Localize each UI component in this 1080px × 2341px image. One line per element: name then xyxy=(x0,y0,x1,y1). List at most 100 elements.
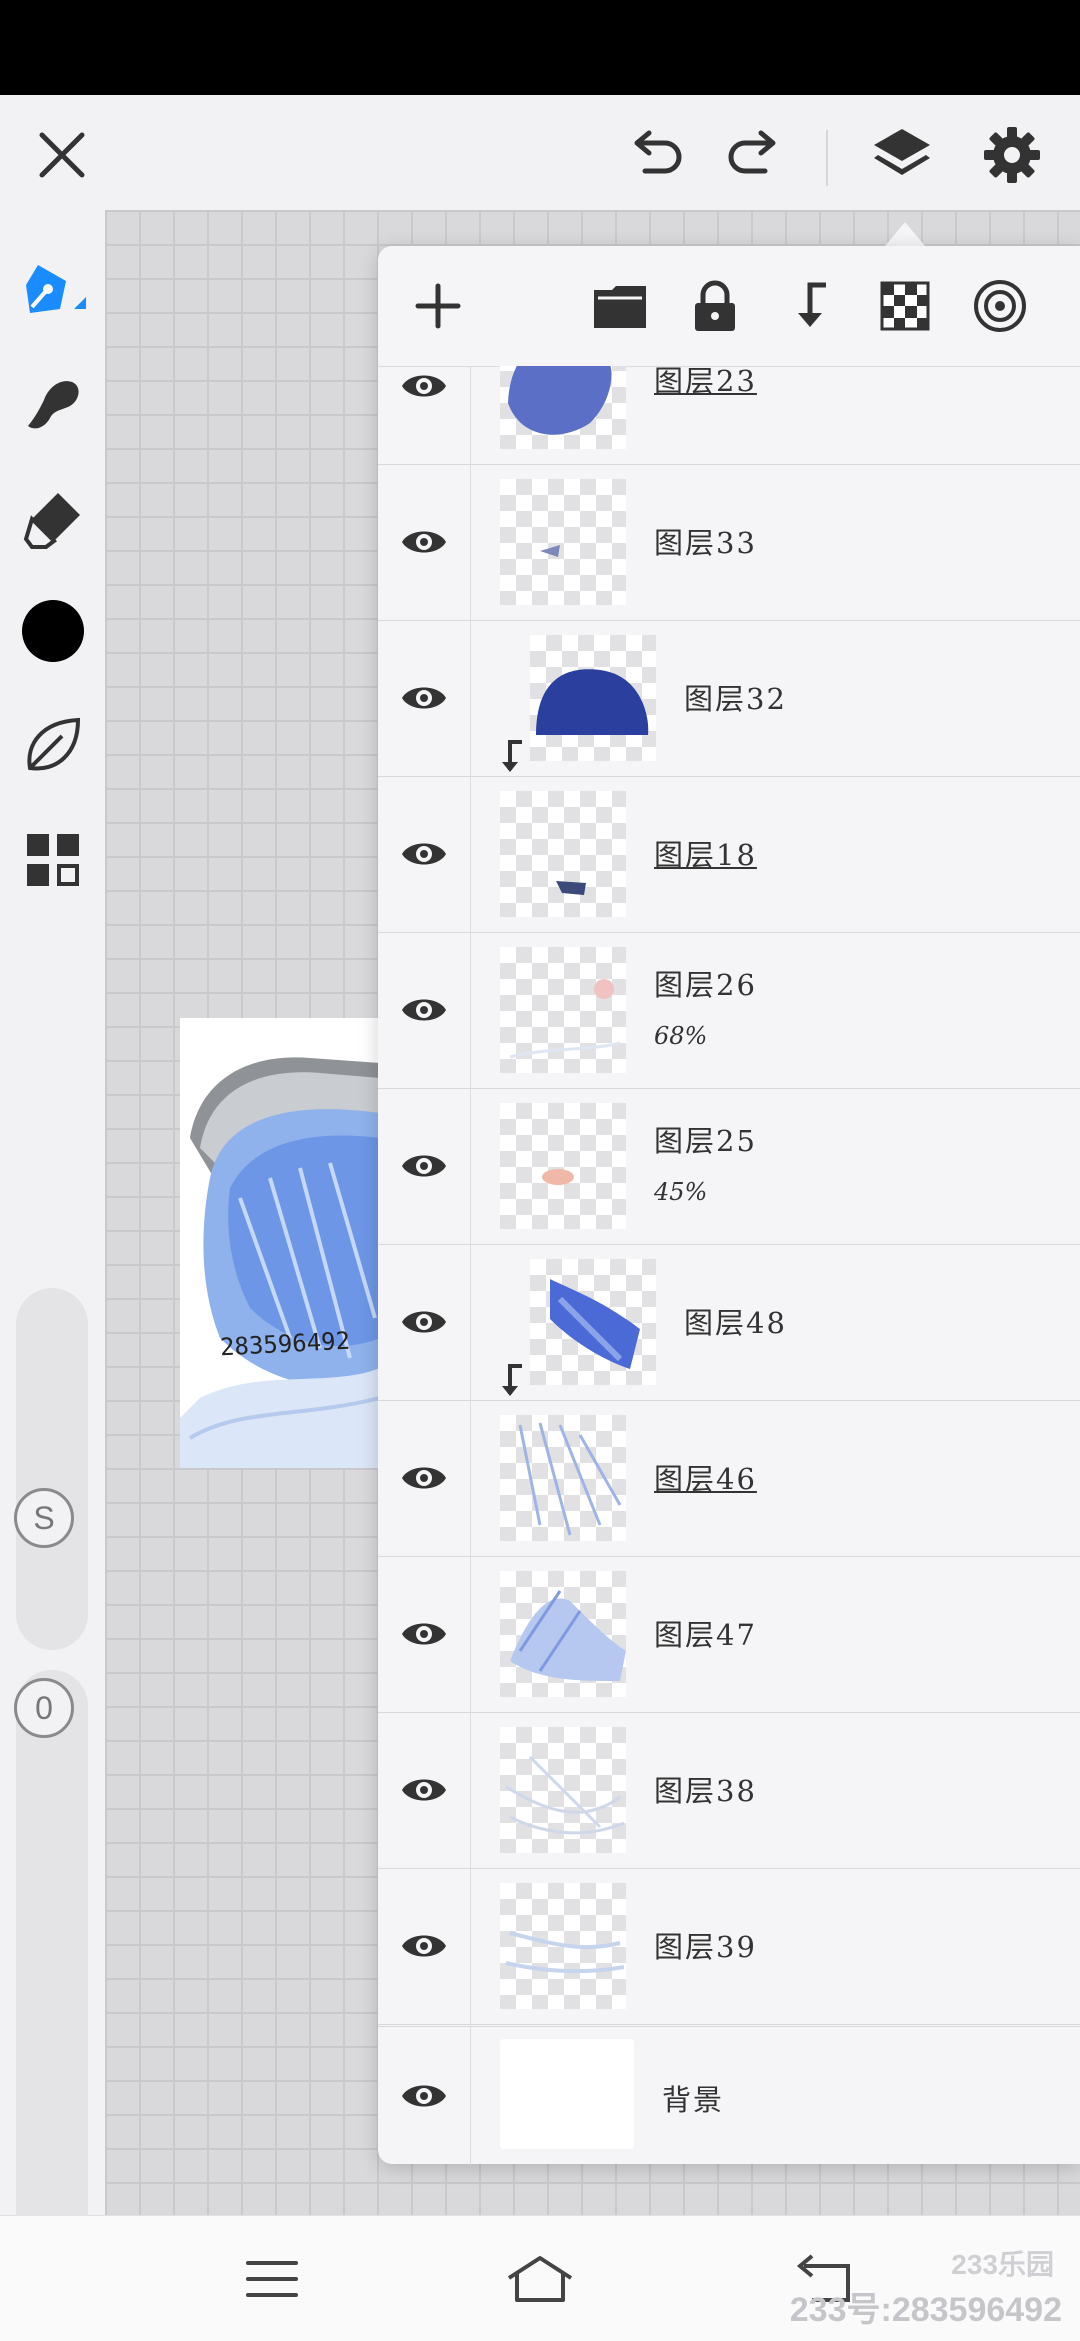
layer-thumbnail xyxy=(500,791,626,917)
undo-icon xyxy=(634,130,682,174)
undo-button[interactable] xyxy=(617,115,697,195)
add-layer-button[interactable] xyxy=(408,276,468,336)
layers-panel: 图层23 图层33 图层32 图层18 图层26 68% 图层25 45% 图层… xyxy=(378,246,1080,2165)
layer-row[interactable]: 图层47 xyxy=(378,1556,1080,1713)
layer-thumbnail xyxy=(500,1571,626,1697)
layer-name: 图层23 xyxy=(654,366,757,398)
layers-button[interactable] xyxy=(862,115,942,195)
layer-row[interactable]: 图层33 xyxy=(378,464,1080,621)
menu-icon xyxy=(246,2261,298,2297)
layer-opacity: 45% xyxy=(654,1178,708,1206)
visibility-toggle[interactable] xyxy=(378,620,471,776)
eye-icon xyxy=(402,375,446,397)
eye-icon xyxy=(402,1467,446,1489)
close-icon xyxy=(39,132,85,178)
background-layer-row[interactable]: 背景 xyxy=(378,2026,1080,2165)
clip-down-icon xyxy=(798,282,826,327)
layer-opacity: 68% xyxy=(654,1022,708,1050)
menu-button[interactable] xyxy=(232,2244,312,2314)
eye-icon xyxy=(402,2085,446,2107)
layer-row[interactable]: 图层38 xyxy=(378,1712,1080,1869)
folder-icon xyxy=(594,286,646,328)
panel-caret xyxy=(885,222,925,246)
left-toolbar: S 0 xyxy=(0,210,105,2280)
visibility-toggle[interactable] xyxy=(378,776,471,932)
artwork-illustration xyxy=(180,1057,380,1468)
eye-icon xyxy=(402,843,446,865)
layers-icon xyxy=(874,129,930,175)
clip-arrow-icon xyxy=(502,740,522,772)
visibility-toggle[interactable] xyxy=(378,1400,471,1556)
layer-name: 图层18 xyxy=(654,838,757,872)
layer-row[interactable]: 图层25 45% xyxy=(378,1088,1080,1245)
layer-name: 图层25 xyxy=(654,1124,757,1158)
layer-thumbnail xyxy=(500,947,626,1073)
visibility-toggle[interactable] xyxy=(378,2027,471,2165)
leaf-icon xyxy=(26,717,80,771)
visibility-toggle[interactable] xyxy=(378,1244,471,1400)
settings-button[interactable] xyxy=(972,115,1052,195)
visibility-toggle[interactable] xyxy=(378,1088,471,1244)
redo-button[interactable] xyxy=(713,115,793,195)
top-toolbar xyxy=(0,95,1080,210)
pen-tool[interactable] xyxy=(15,250,90,325)
layer-row[interactable]: 图层46 xyxy=(378,1400,1080,1557)
layer-thumbnail xyxy=(500,1727,626,1853)
blend-mode-button[interactable] xyxy=(970,276,1030,336)
eye-icon xyxy=(402,1155,446,1177)
lock-button[interactable] xyxy=(685,276,745,336)
eye-icon xyxy=(402,531,446,553)
transparency-button[interactable] xyxy=(875,276,935,336)
lock-icon xyxy=(695,280,735,331)
eye-icon xyxy=(402,999,446,1021)
layer-row[interactable]: 图层23 xyxy=(378,366,1080,465)
layer-thumbnail xyxy=(500,366,626,449)
layer-name: 图层38 xyxy=(654,1774,757,1808)
eye-icon xyxy=(402,1623,446,1645)
background-layer-name: 背景 xyxy=(662,2083,725,2117)
color-picker[interactable] xyxy=(15,593,90,668)
smudge-icon xyxy=(27,380,79,428)
visibility-toggle[interactable] xyxy=(378,1556,471,1712)
toolbar-divider xyxy=(826,130,828,186)
artwork-preview: 283596492 xyxy=(180,1018,380,1468)
layers-toolbar xyxy=(378,246,1080,367)
brush-size-slider[interactable]: S xyxy=(14,1288,88,1650)
eye-icon xyxy=(402,1311,446,1333)
layer-row[interactable]: 图层18 xyxy=(378,776,1080,933)
visibility-toggle[interactable] xyxy=(378,932,471,1088)
background-thumbnail xyxy=(500,2039,634,2149)
home-icon xyxy=(507,2256,573,2302)
size-badge: S xyxy=(14,1488,74,1548)
visibility-toggle[interactable] xyxy=(378,1712,471,1868)
layers-list[interactable]: 图层23 图层33 图层32 图层18 图层26 68% 图层25 45% 图层… xyxy=(378,366,1080,2026)
layer-row[interactable]: 图层39 xyxy=(378,1868,1080,2025)
grid-tool[interactable] xyxy=(15,822,90,897)
layer-name: 图层47 xyxy=(654,1618,757,1652)
eraser-tool[interactable] xyxy=(15,480,90,555)
layer-name: 图层48 xyxy=(684,1306,787,1340)
visibility-toggle[interactable] xyxy=(378,464,471,620)
layer-row[interactable]: 图层48 xyxy=(378,1244,1080,1401)
layer-thumbnail xyxy=(500,1415,626,1541)
close-button[interactable] xyxy=(22,115,102,195)
leaf-tool[interactable] xyxy=(15,707,90,782)
eye-icon xyxy=(402,1935,446,1957)
pen-icon xyxy=(25,264,86,313)
transparency-icon xyxy=(880,281,930,331)
visibility-toggle[interactable] xyxy=(378,1868,471,2024)
folder-button[interactable] xyxy=(590,276,650,336)
layer-name: 图层39 xyxy=(654,1930,757,1964)
layer-row[interactable]: 图层26 68% xyxy=(378,932,1080,1089)
clip-button[interactable] xyxy=(780,276,840,336)
layer-row[interactable]: 图层32 xyxy=(378,620,1080,777)
redo-icon xyxy=(728,130,776,174)
smudge-tool[interactable] xyxy=(15,365,90,440)
visibility-toggle[interactable] xyxy=(378,366,471,464)
home-button[interactable] xyxy=(500,2244,580,2314)
layer-name: 图层46 xyxy=(654,1462,757,1496)
watermark-text: 233号:283596492 xyxy=(789,2291,1062,2329)
grid-icon xyxy=(26,833,79,886)
brush-opacity-slider[interactable]: 0 xyxy=(14,1670,88,2280)
eye-icon xyxy=(402,1779,446,1801)
